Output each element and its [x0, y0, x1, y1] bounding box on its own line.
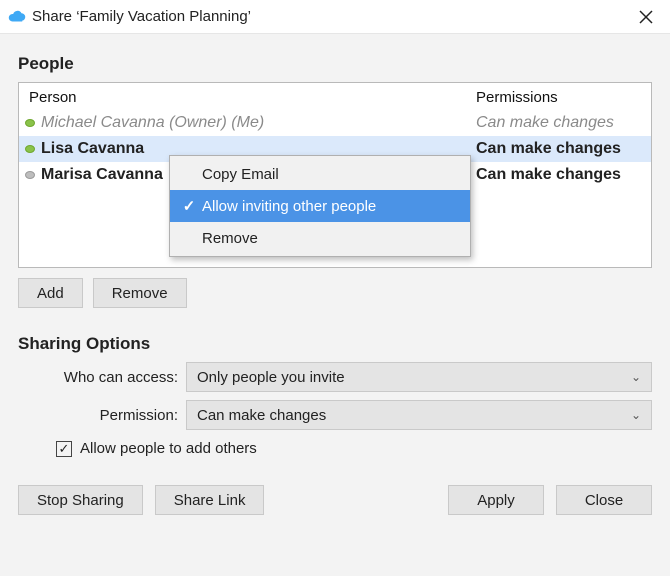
menu-item-label: Copy Email	[200, 166, 458, 183]
titlebar: Share ‘Family Vacation Planning’	[0, 0, 670, 34]
allow-people-add-label: Allow people to add others	[80, 440, 257, 457]
chevron-down-icon: ⌄	[631, 370, 641, 384]
remove-button[interactable]: Remove	[93, 278, 187, 308]
chevron-down-icon: ⌄	[631, 408, 641, 422]
col-permissions: Permissions	[476, 89, 641, 106]
menu-item-label: Remove	[200, 230, 458, 247]
apply-button[interactable]: Apply	[448, 485, 544, 515]
person-permission: Can make changes	[476, 112, 641, 134]
status-dot-icon	[25, 171, 35, 179]
add-button[interactable]: Add	[18, 278, 83, 308]
sharing-options-heading: Sharing Options	[18, 334, 652, 354]
who-can-access-row: Who can access: Only people you invite ⌄	[18, 362, 652, 392]
allow-people-add-row[interactable]: ✓ Allow people to add others	[56, 440, 652, 457]
select-value: Can make changes	[197, 407, 326, 424]
select-value: Only people you invite	[197, 369, 345, 386]
person-permission: Can make changes	[476, 164, 641, 186]
status-dot-icon	[25, 119, 35, 127]
people-header: Person Permissions	[19, 83, 651, 110]
people-buttons: Add Remove	[18, 278, 652, 308]
window-title: Share ‘Family Vacation Planning’	[32, 8, 632, 25]
stop-sharing-button[interactable]: Stop Sharing	[18, 485, 143, 515]
person-permission: Can make changes	[476, 138, 641, 160]
check-icon: ✓	[59, 442, 70, 455]
allow-people-add-checkbox[interactable]: ✓	[56, 441, 72, 457]
menu-item-copy-email[interactable]: Copy Email	[170, 158, 470, 190]
permission-row: Permission: Can make changes ⌄	[18, 400, 652, 430]
table-row[interactable]: Michael Cavanna (Owner) (Me) Can make ch…	[19, 110, 651, 136]
cloud-icon	[8, 8, 26, 26]
people-table: Person Permissions Michael Cavanna (Owne…	[18, 82, 652, 268]
who-can-access-select[interactable]: Only people you invite ⌄	[186, 362, 652, 392]
menu-item-allow-inviting[interactable]: ✓ Allow inviting other people	[170, 190, 470, 222]
close-icon	[639, 10, 653, 24]
menu-item-label: Allow inviting other people	[200, 198, 458, 215]
permission-select[interactable]: Can make changes ⌄	[186, 400, 652, 430]
who-can-access-label: Who can access:	[18, 369, 186, 386]
share-link-button[interactable]: Share Link	[155, 485, 265, 515]
status-dot-icon	[25, 145, 35, 153]
dialog-footer: Stop Sharing Share Link Apply Close	[18, 485, 652, 515]
col-person: Person	[29, 89, 476, 106]
close-button-footer[interactable]: Close	[556, 485, 652, 515]
context-menu: Copy Email ✓ Allow inviting other people…	[169, 155, 471, 257]
person-name: Michael Cavanna (Owner) (Me)	[41, 112, 476, 134]
menu-item-remove[interactable]: Remove	[170, 222, 470, 254]
close-button[interactable]	[632, 3, 660, 31]
check-icon: ✓	[178, 197, 200, 215]
people-heading: People	[18, 54, 652, 74]
permission-label: Permission:	[18, 407, 186, 424]
